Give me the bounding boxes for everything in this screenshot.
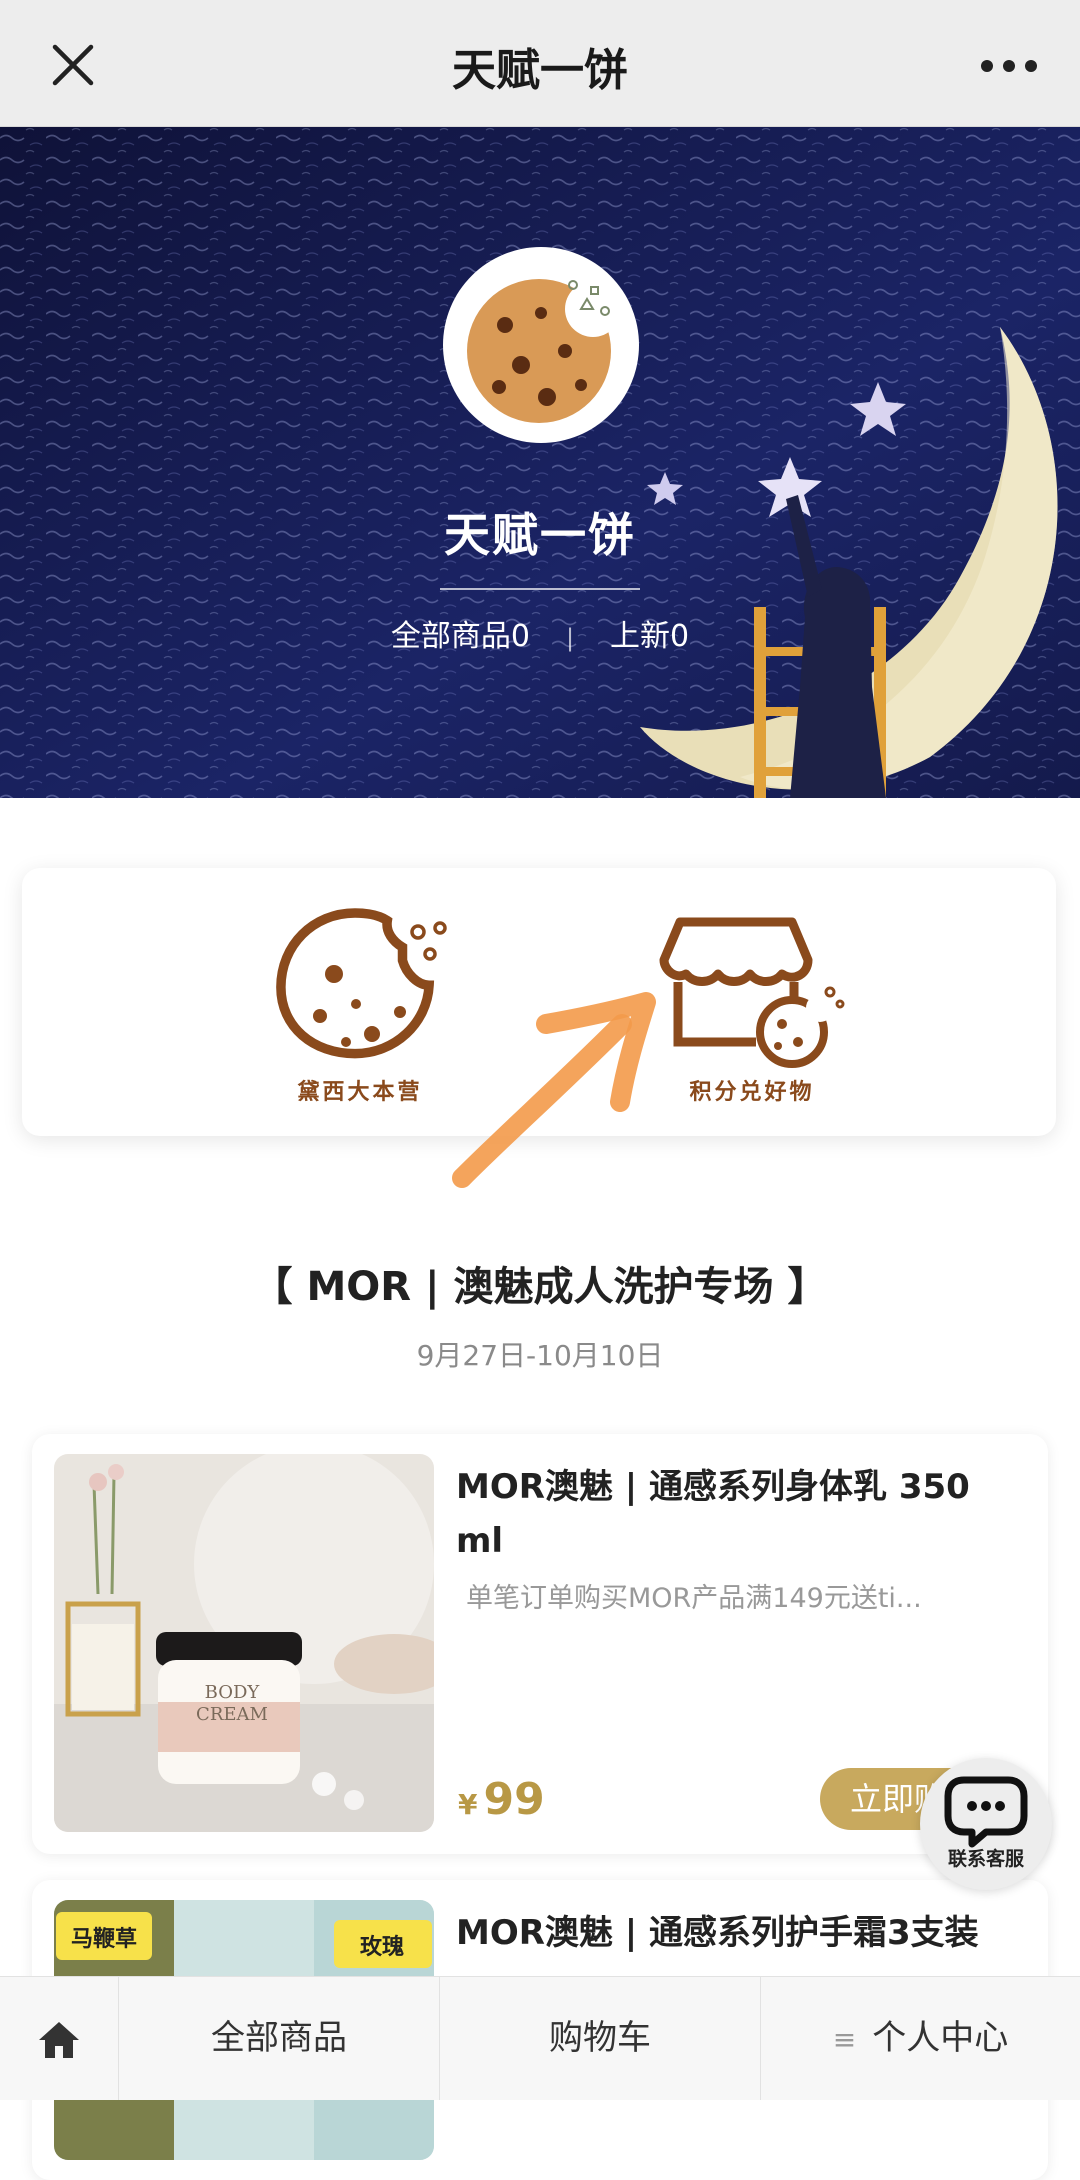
night-sky-illustration	[0, 127, 1080, 798]
stats-separator: |	[565, 624, 575, 652]
price-value: 99	[483, 1774, 545, 1825]
hero-stats: 全部商品0 | 上新0	[0, 611, 1080, 655]
entry-label: 黛西大本营	[297, 1080, 423, 1105]
top-bar: 天赋一饼	[0, 0, 1080, 127]
shop-hero-banner: 天赋一饼 全部商品0 | 上新0	[0, 127, 1080, 798]
product-name[interactable]: MOR澳魅 | 通感系列身体乳 350 ml	[456, 1460, 1021, 1568]
page-title: 天赋一饼	[452, 45, 628, 96]
menu-lines-icon: ≡	[832, 2023, 857, 2056]
product-image[interactable]: BODY CREAM	[54, 1454, 434, 1832]
entry-points-mall[interactable]: 积分兑好物	[652, 904, 852, 1105]
tag-label: 玫瑰	[360, 1934, 404, 1960]
jar-label: BODY	[205, 1682, 261, 1703]
section-title: 【 MOR | 澳魅成人洗护专场 】	[252, 1264, 828, 1310]
product-card[interactable]: BODY CREAM MOR澳魅 | 通感系列身体乳 350 ml 单笔订单购买…	[32, 1434, 1048, 1854]
store-cookie-icon	[659, 917, 845, 1068]
home-icon	[39, 2021, 79, 2058]
close-icon	[52, 44, 94, 86]
nav-home[interactable]	[0, 1977, 118, 2100]
nav-cart[interactable]: 购物车	[440, 1977, 760, 2100]
cookie-icon	[276, 908, 447, 1059]
product-name[interactable]: MOR澳魅 | 通感系列护手霜3支装	[456, 1906, 1021, 1960]
section-date-range: 9月27日-10月10日	[416, 1339, 664, 1372]
cookie-avatar-icon	[467, 279, 621, 423]
hero-divider	[440, 588, 640, 590]
entry-label: 积分兑好物	[689, 1080, 815, 1105]
product-desc: 单笔订单购买MOR产品满149元送ti...	[466, 1583, 922, 1614]
entry-card: 黛西大本营 积分兑好物	[22, 868, 1056, 1136]
all-products-count[interactable]: 全部商品0	[391, 619, 530, 654]
contact-service-button[interactable]: 联系客服	[920, 1758, 1052, 1890]
jar-label: CREAM	[196, 1704, 268, 1725]
shop-name: 天赋一饼	[444, 508, 636, 562]
entry-daisy-camp[interactable]: 黛西大本营	[260, 904, 460, 1105]
service-label: 联系客服	[947, 1848, 1024, 1870]
body-cream-photo: BODY CREAM	[54, 1454, 434, 1832]
close-button[interactable]	[48, 40, 108, 90]
more-dots-icon	[981, 60, 1037, 72]
shop-avatar	[443, 247, 639, 443]
chat-bubble-icon	[944, 1776, 1028, 1848]
nav-profile-label: 个人中心	[872, 2018, 1009, 2058]
nav-profile[interactable]: ≡ 个人中心	[761, 1977, 1080, 2100]
more-button[interactable]	[974, 46, 1044, 86]
new-arrivals-count[interactable]: 上新0	[610, 619, 689, 654]
nav-all-products[interactable]: 全部商品	[119, 1977, 439, 2100]
product-price: ¥99	[458, 1774, 545, 1825]
currency-symbol: ¥	[458, 1788, 478, 1821]
bottom-nav: 全部商品 购物车 ≡ 个人中心	[0, 1976, 1080, 2100]
tag-label: 马鞭草	[71, 1926, 137, 1952]
